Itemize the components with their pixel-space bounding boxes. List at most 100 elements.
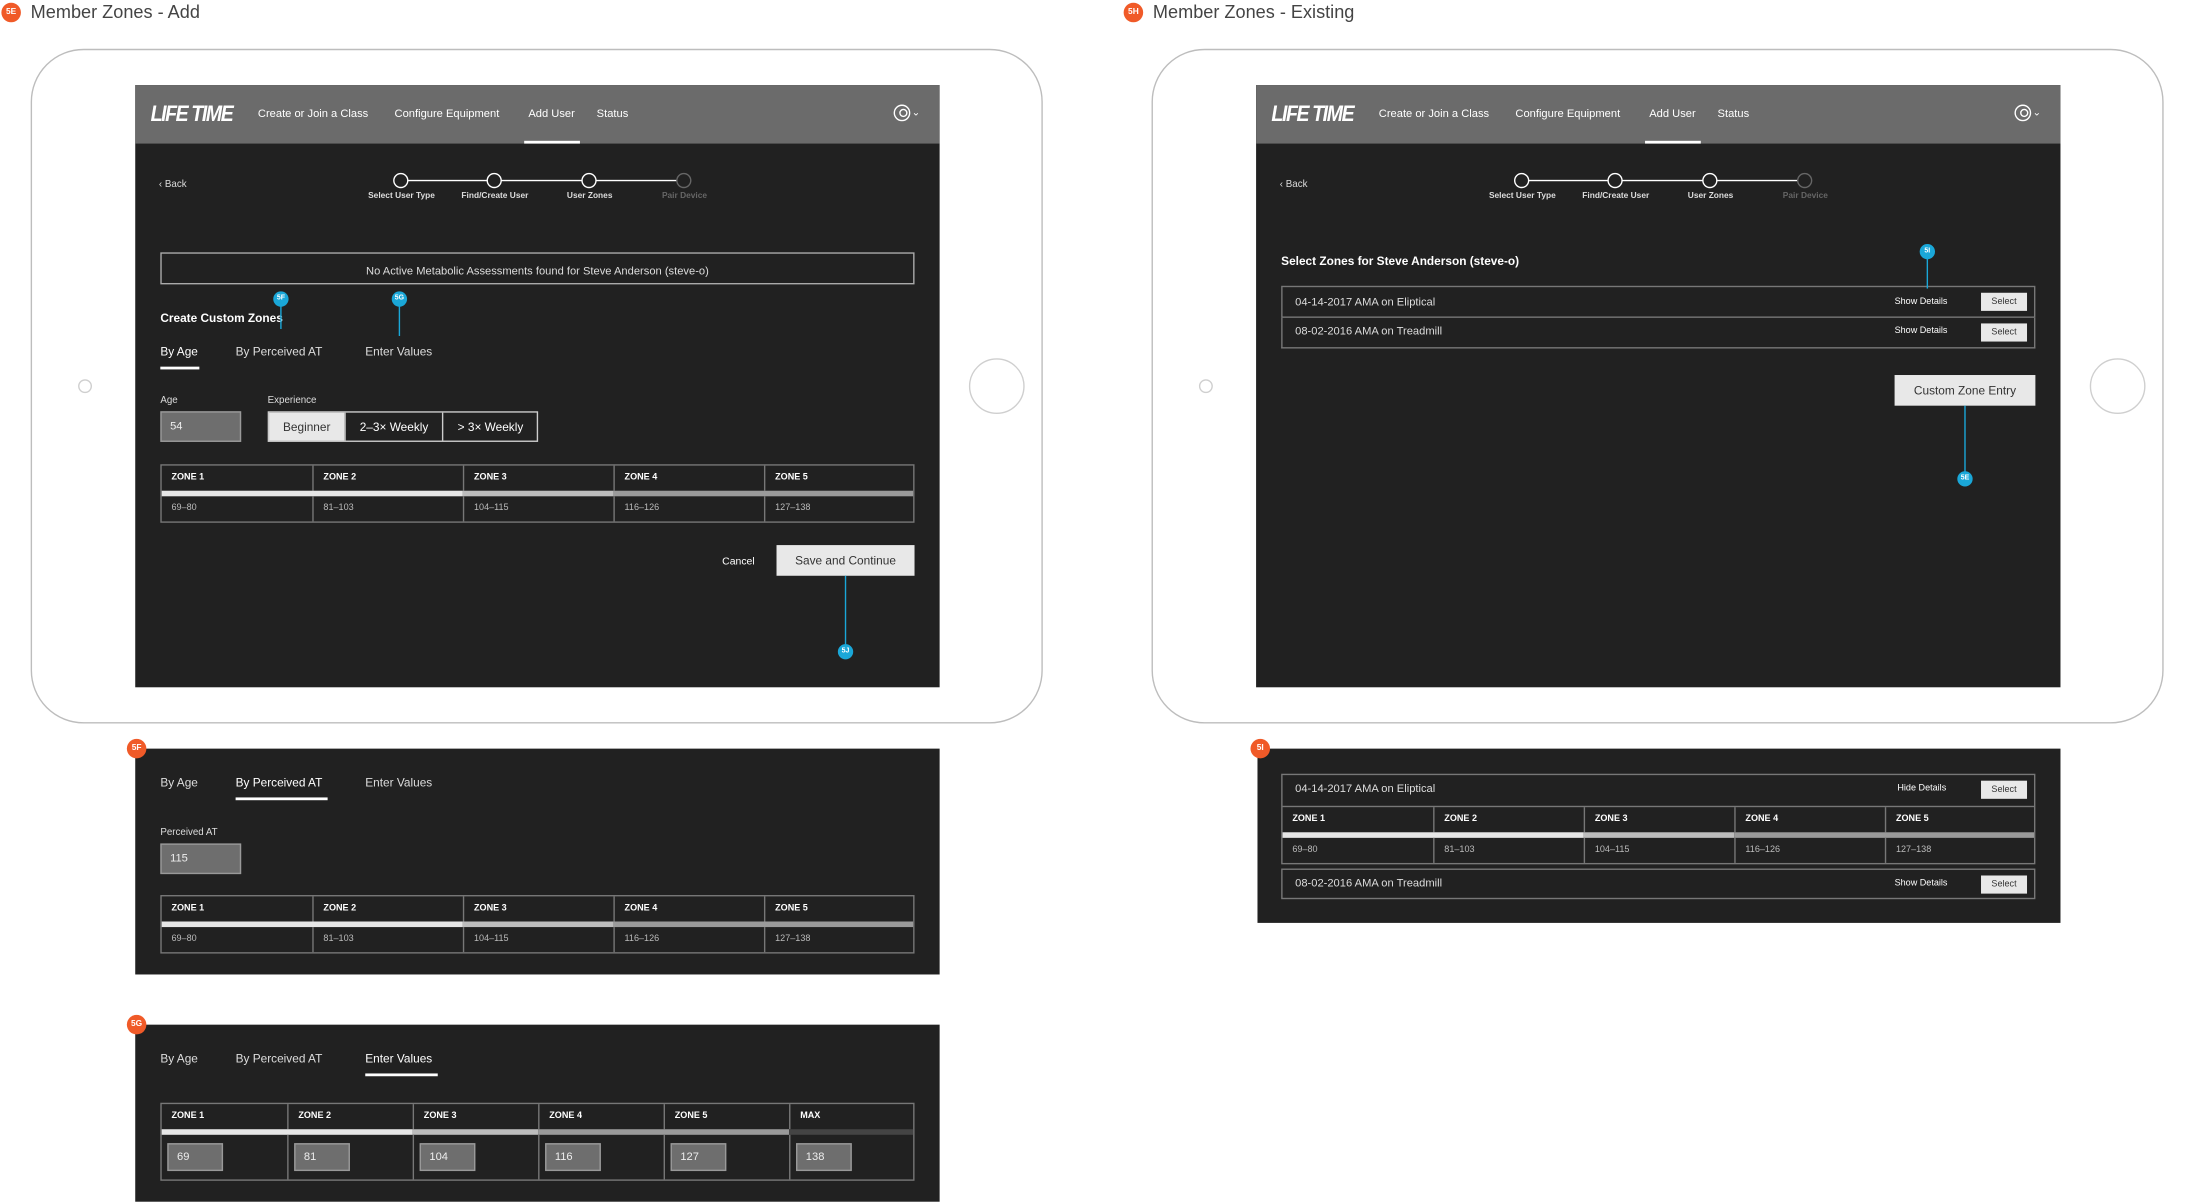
nav-item-create-class[interactable]: Create or Join a Class [1379, 107, 1489, 120]
back-link[interactable]: ‹ Back [159, 180, 187, 190]
select-button[interactable]: Select [1981, 323, 2028, 342]
tab-by-perceived-at[interactable]: By Perceived AT [236, 775, 323, 789]
experience-option-3plus-weekly[interactable]: > 3× Weekly [442, 412, 537, 441]
zone-header: ZONE 3 [462, 896, 614, 922]
account-icon[interactable] [893, 104, 911, 122]
zone-2-input[interactable]: 81 [294, 1143, 350, 1172]
step-label-3: User Zones [1687, 192, 1734, 201]
save-continue-button[interactable]: Save and Continue [776, 545, 915, 576]
zone-header: ZONE 2 [287, 1104, 412, 1130]
tab-enter-values[interactable]: Enter Values [365, 1051, 432, 1065]
callout-line [280, 305, 283, 330]
cancel-button[interactable]: Cancel [722, 555, 755, 568]
nav-item-add-user[interactable]: Add User [528, 107, 575, 120]
tab-by-perceived-at[interactable]: By Perceived AT [236, 1051, 323, 1065]
custom-zone-entry-button[interactable]: Custom Zone Entry [1894, 375, 2036, 406]
assessment-name: 08-02-2016 AMA on Treadmill [1295, 876, 1443, 890]
callout-pin-5j: 5J [837, 644, 854, 660]
perceived-at-panel: By Age By Perceived AT Enter Values Perc… [135, 748, 940, 975]
select-button[interactable]: Select [1981, 780, 2028, 799]
zone-value: 116–126 [613, 496, 764, 522]
zone-header: ZONE 4 [613, 896, 764, 922]
nav-item-status[interactable]: Status [597, 107, 629, 120]
nav-item-configure-equipment[interactable]: Configure Equipment [1515, 107, 1620, 120]
tablet-camera [1198, 379, 1213, 394]
account-icon[interactable] [2014, 104, 2032, 122]
assessment-row: 08-02-2016 AMA on Treadmill Show Details… [1281, 317, 2036, 349]
tab-by-perceived-at[interactable]: By Perceived AT [236, 344, 323, 358]
show-details-link[interactable]: Show Details [1895, 326, 1948, 336]
chevron-down-icon[interactable]: ⌄ [2033, 107, 2041, 119]
select-button[interactable]: Select [1981, 875, 2028, 894]
zone-header: ZONE 1 [171, 903, 205, 914]
zone-header: ZONE 2 [1433, 807, 1584, 833]
top-nav: LIFE TIME Create or Join a Class Configu… [135, 85, 940, 144]
section-tag-5i: 5I [1250, 738, 1271, 759]
zone-value: 104–115 [1583, 837, 1735, 863]
tab-enter-values[interactable]: Enter Values [365, 775, 432, 789]
zone-value: 104–115 [462, 496, 614, 522]
section-title-add: Member Zones - Add [30, 1, 200, 23]
zone-value: 127–138 [763, 927, 913, 953]
zone-cell: 138 [789, 1134, 913, 1180]
tablet-home-button [968, 358, 1025, 415]
tab-by-age[interactable]: By Age [160, 344, 198, 358]
zone-3-input[interactable]: 104 [419, 1143, 476, 1172]
nav-item-status[interactable]: Status [1718, 107, 1750, 120]
hide-details-link[interactable]: Hide Details [1897, 783, 1946, 793]
zone-header: ZONE 3 [412, 1104, 538, 1130]
zone-header: ZONE 4 [1734, 807, 1885, 833]
nav-item-create-class[interactable]: Create or Join a Class [258, 107, 368, 120]
experience-label: Experience [267, 395, 317, 406]
zones-table: ZONE 1 ZONE 2 ZONE 3 ZONE 4 ZONE 5 69–80… [1282, 805, 2034, 865]
zone-cell: 116 [538, 1134, 663, 1180]
zone-header: ZONE 5 [1884, 807, 2034, 833]
experience-option-beginner[interactable]: Beginner [269, 412, 345, 441]
perceived-at-input[interactable]: 115 [160, 843, 242, 875]
back-link[interactable]: ‹ Back [1280, 180, 1308, 190]
zone-cell: 81 [287, 1134, 412, 1180]
max-input[interactable]: 138 [796, 1143, 852, 1172]
nav-active-underline [524, 140, 580, 144]
assessment-name: 04-14-2017 AMA on Eliptical [1295, 295, 1436, 309]
zone-value: 69–80 [1292, 844, 1318, 855]
show-details-link[interactable]: Show Details [1895, 878, 1948, 888]
show-details-link[interactable]: Show Details [1895, 297, 1948, 307]
step-label-3: User Zones [566, 192, 613, 201]
select-button[interactable]: Select [1981, 292, 2028, 311]
tab-by-age[interactable]: By Age [160, 775, 198, 789]
tab-by-age[interactable]: By Age [160, 1051, 198, 1065]
nav-item-configure-equipment[interactable]: Configure Equipment [395, 107, 500, 120]
age-label: Age [160, 395, 178, 406]
callout-line [1926, 257, 1929, 289]
nav-item-add-user[interactable]: Add User [1649, 107, 1696, 120]
zone-header: ZONE 1 [171, 472, 205, 483]
experience-option-2-3-weekly[interactable]: 2–3× Weekly [344, 412, 442, 441]
zones-table: ZONE 1 ZONE 2 ZONE 3 ZONE 4 ZONE 5 69–80… [160, 464, 915, 523]
zone-4-input[interactable]: 116 [545, 1143, 601, 1172]
zone-header: ZONE 3 [1583, 807, 1735, 833]
zone-cell: 69 [162, 1135, 287, 1180]
nav-active-underline [1645, 140, 1701, 144]
experience-segmented-control[interactable]: Beginner 2–3× Weekly > 3× Weekly [267, 411, 539, 442]
tab-active-underline [160, 366, 200, 370]
chevron-down-icon[interactable]: ⌄ [912, 107, 920, 119]
age-input[interactable]: 54 [160, 411, 242, 442]
tab-active-underline [365, 1073, 438, 1077]
top-nav: LIFE TIME Create or Join a Class Configu… [1256, 85, 2061, 144]
tab-enter-values[interactable]: Enter Values [365, 344, 432, 358]
zones-input-table: ZONE 1 ZONE 2 ZONE 3 ZONE 4 ZONE 5 MAX 6… [160, 1102, 915, 1181]
assessment-name: 04-14-2017 AMA on Eliptical [1295, 782, 1436, 795]
step-label-1: Select User Type [1488, 192, 1556, 201]
zone-1-input[interactable]: 69 [167, 1143, 224, 1172]
callout-line [844, 575, 847, 647]
step-label-4: Pair Device [1782, 192, 1828, 201]
zone-value: 116–126 [1734, 837, 1885, 863]
step-label-4: Pair Device [661, 192, 708, 201]
step-dot-2 [486, 172, 502, 189]
stepper-line [1520, 179, 1804, 182]
zone-header: ZONE 5 [763, 896, 913, 922]
zone-5-input[interactable]: 127 [670, 1143, 727, 1172]
zone-value: 81–103 [312, 927, 463, 953]
step-dot-4 [676, 172, 692, 189]
